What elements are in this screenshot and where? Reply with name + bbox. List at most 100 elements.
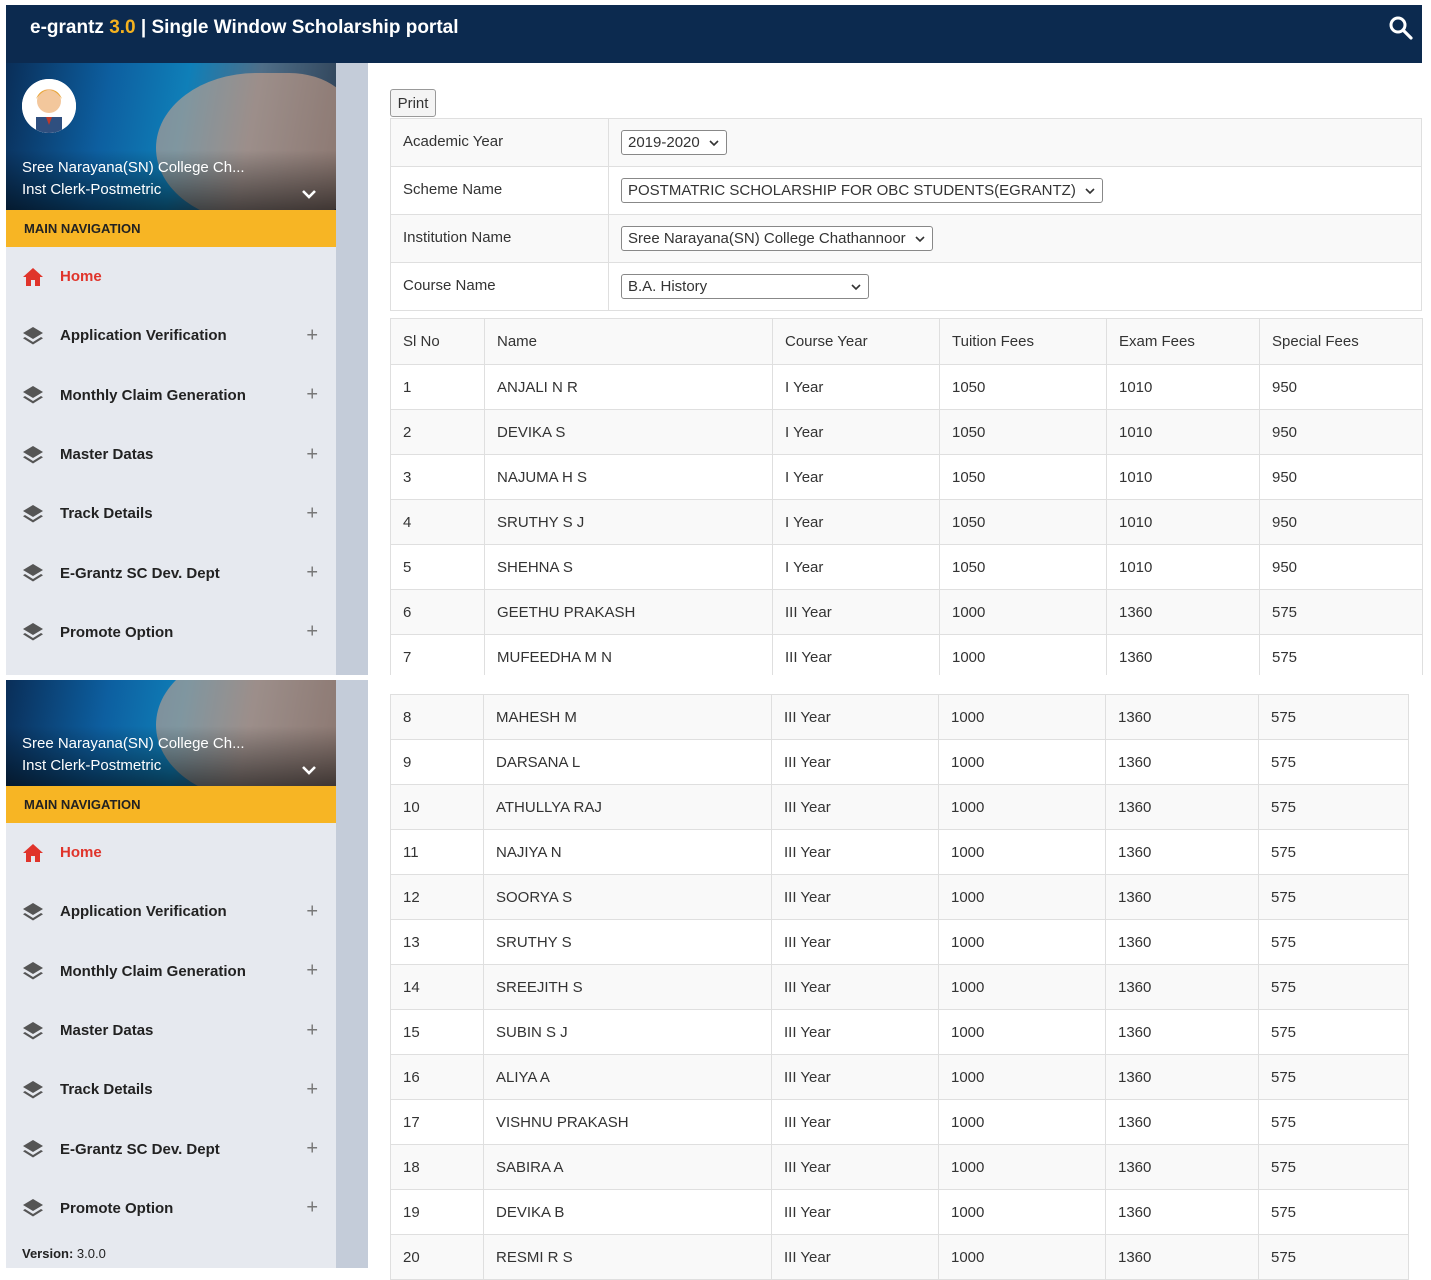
- expand-plus-icon[interactable]: +: [306, 502, 318, 525]
- expand-plus-icon[interactable]: +: [306, 562, 318, 585]
- column-header-special-fees: Special Fees: [1259, 318, 1423, 365]
- search-icon[interactable]: [1388, 15, 1414, 41]
- version-label: Version:: [22, 1246, 74, 1262]
- table-row: 12 SOORYA S III Year 1000 1360 575: [390, 874, 1409, 920]
- main-navigation-header: MAIN NAVIGATION: [6, 210, 336, 247]
- sidebar-item-master-datas[interactable]: Master Datas +: [6, 1001, 336, 1060]
- cell-course-year: III Year: [771, 964, 939, 1010]
- user-profile-panel: Sree Narayana(SN) College Ch... Inst Cle…: [6, 63, 336, 210]
- filter-row-academic-year: Academic Year 2019-2020: [390, 118, 1422, 167]
- home-icon: [23, 843, 43, 862]
- expand-plus-icon[interactable]: +: [306, 1138, 318, 1161]
- table-row: 15 SUBIN S J III Year 1000 1360 575: [390, 1009, 1409, 1055]
- cell-tuition-fees: 1000: [938, 1054, 1106, 1100]
- table-row: 20 RESMI R S III Year 1000 1360 575: [390, 1234, 1409, 1280]
- brand-version: 3.0: [109, 17, 136, 38]
- expand-plus-icon[interactable]: +: [306, 1019, 318, 1042]
- academic-year-select[interactable]: 2019-2020: [621, 130, 727, 155]
- cell-special-fees: 575: [1258, 919, 1409, 965]
- version-info: Version: 3.0.0: [6, 1238, 336, 1261]
- table-row: 17 VISHNU PRAKASH III Year 1000 1360 575: [390, 1099, 1409, 1145]
- cell-exam-fees: 1360: [1105, 829, 1259, 875]
- cell-exam-fees: 1360: [1105, 919, 1259, 965]
- cell-exam-fees: 1360: [1106, 634, 1260, 680]
- print-button[interactable]: Print: [390, 89, 436, 117]
- sidebar-item-label: Track Details: [60, 1081, 153, 1099]
- expand-plus-icon[interactable]: +: [306, 443, 318, 466]
- scheme-name-label: Scheme Name: [390, 166, 609, 215]
- sidebar-item-egrantz-sc-dev-dept[interactable]: E-Grantz SC Dev. Dept +: [6, 1119, 336, 1178]
- cell-sl-no: 17: [390, 1099, 484, 1145]
- cell-exam-fees: 1360: [1105, 739, 1259, 785]
- cell-name: SABIRA A: [483, 1144, 772, 1190]
- cell-special-fees: 575: [1258, 829, 1409, 875]
- cell-special-fees: 575: [1258, 1234, 1409, 1280]
- cell-sl-no: 16: [390, 1054, 484, 1100]
- chevron-down-icon: [915, 236, 925, 243]
- layers-icon: [23, 902, 43, 921]
- sidebar-item-label: Track Details: [60, 505, 153, 523]
- cell-course-year: I Year: [772, 454, 940, 500]
- home-icon: [23, 267, 43, 286]
- profile-role: Inst Clerk-Postmetric: [22, 181, 162, 198]
- cell-tuition-fees: 1000: [939, 634, 1107, 680]
- cell-exam-fees: 1010: [1106, 364, 1260, 410]
- column-header-sl-no: Sl No: [390, 318, 485, 365]
- cell-name: SREEJITH S: [483, 964, 772, 1010]
- cell-name: VISHNU PRAKASH: [483, 1099, 772, 1145]
- avatar: [22, 79, 76, 133]
- brand-separator: |: [135, 17, 152, 38]
- table-row: 7 MUFEEDHA M N III Year 1000 1360 575: [390, 634, 1423, 680]
- sidebar-item-label: Home: [60, 844, 102, 862]
- cell-name: NAJUMA H S: [484, 454, 773, 500]
- cell-tuition-fees: 1000: [938, 829, 1106, 875]
- expand-plus-icon[interactable]: +: [306, 384, 318, 407]
- cell-sl-no: 5: [390, 544, 485, 590]
- cell-sl-no: 9: [390, 739, 484, 785]
- chevron-down-icon[interactable]: [300, 763, 318, 777]
- cell-name: DEVIKA B: [483, 1189, 772, 1235]
- cell-special-fees: 950: [1259, 364, 1423, 410]
- cell-special-fees: 575: [1258, 1099, 1409, 1145]
- user-profile-panel: Sree Narayana(SN) College Ch... Inst Cle…: [6, 680, 336, 786]
- expand-plus-icon[interactable]: +: [306, 900, 318, 923]
- chevron-down-icon: [1085, 188, 1095, 195]
- institution-name-select[interactable]: Sree Narayana(SN) College Chathannoor: [621, 226, 933, 251]
- expand-plus-icon[interactable]: +: [306, 621, 318, 644]
- sidebar-item-master-datas[interactable]: Master Datas +: [6, 425, 336, 484]
- cell-exam-fees: 1360: [1105, 1009, 1259, 1055]
- sidebar-item-home[interactable]: Home: [6, 247, 336, 306]
- layers-icon: [23, 962, 43, 980]
- sidebar-item-label: Promote Option: [60, 1199, 174, 1217]
- sidebar-item-track-details[interactable]: Track Details +: [6, 484, 336, 543]
- cell-name: SHEHNA S: [484, 544, 773, 590]
- cell-tuition-fees: 1050: [939, 544, 1107, 590]
- cell-course-year: I Year: [772, 544, 940, 590]
- chevron-down-icon[interactable]: [300, 187, 318, 201]
- sidebar-item-track-details[interactable]: Track Details +: [6, 1060, 336, 1119]
- expand-plus-icon[interactable]: +: [306, 324, 318, 347]
- sidebar-item-application-verification[interactable]: Application Verification +: [6, 882, 336, 941]
- sidebar-item-monthly-claim-generation[interactable]: Monthly Claim Generation +: [6, 366, 336, 425]
- cell-exam-fees: 1360: [1105, 1189, 1259, 1235]
- version-value: 3.0.0: [76, 1246, 106, 1262]
- sidebar-item-promote-option[interactable]: Promote Option +: [6, 1179, 336, 1238]
- cell-sl-no: 6: [390, 589, 485, 635]
- table-row: 14 SREEJITH S III Year 1000 1360 575: [390, 964, 1409, 1010]
- cell-name: SRUTHY S: [483, 919, 772, 965]
- sidebar-item-application-verification[interactable]: Application Verification +: [6, 306, 336, 365]
- sidebar-item-home[interactable]: Home: [6, 823, 336, 882]
- sidebar-item-promote-option[interactable]: Promote Option +: [6, 603, 336, 662]
- layers-icon: [23, 564, 43, 582]
- sidebar-item-monthly-claim-generation[interactable]: Monthly Claim Generation +: [6, 942, 336, 1001]
- cell-course-year: III Year: [772, 589, 940, 635]
- course-name-select[interactable]: B.A. History: [621, 274, 869, 299]
- cell-name: SUBIN S J: [483, 1009, 772, 1055]
- layers-icon: [23, 386, 43, 404]
- cell-sl-no: 13: [390, 919, 484, 965]
- expand-plus-icon[interactable]: +: [306, 960, 318, 983]
- expand-plus-icon[interactable]: +: [306, 1197, 318, 1220]
- scheme-name-select[interactable]: POSTMATRIC SCHOLARSHIP FOR OBC STUDENTS(…: [621, 178, 1103, 203]
- sidebar-item-egrantz-sc-dev-dept[interactable]: E-Grantz SC Dev. Dept +: [6, 543, 336, 602]
- expand-plus-icon[interactable]: +: [306, 1078, 318, 1101]
